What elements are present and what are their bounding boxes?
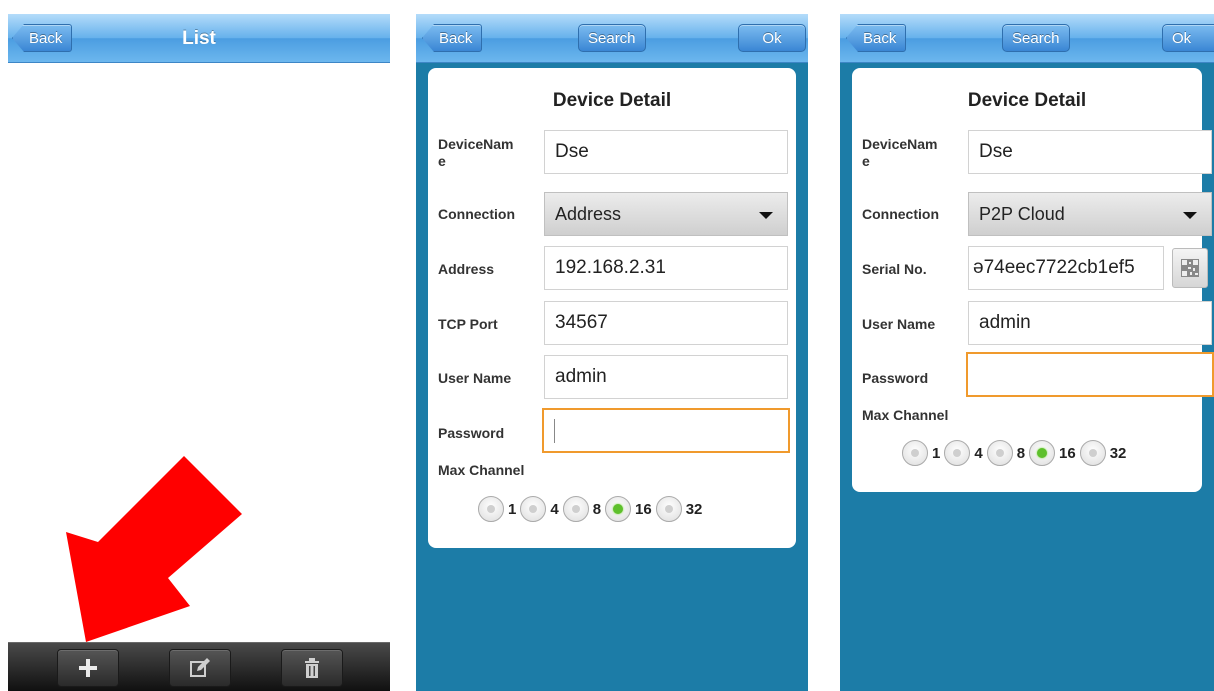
channel-option-16[interactable]: 16	[605, 496, 652, 522]
channel-option-4[interactable]: 4	[944, 440, 983, 466]
page-title: List	[182, 28, 216, 49]
device-detail-card: Device Detail DeviceNam e Dse Connection…	[852, 68, 1214, 492]
delete-button[interactable]	[281, 649, 343, 687]
search-button[interactable]: Search	[1002, 24, 1070, 52]
channel-option-16[interactable]: 16	[1029, 440, 1076, 466]
connection-label: Connection	[862, 206, 939, 222]
trash-icon	[305, 658, 319, 678]
channel-option-1[interactable]: 1	[902, 440, 940, 466]
text-cursor	[554, 419, 555, 443]
card-title: Device Detail	[967, 90, 1087, 111]
channel-option-1[interactable]: 1	[478, 496, 516, 522]
channel-option-8[interactable]: 8	[986, 440, 1026, 466]
channel-label: 16	[635, 500, 652, 518]
password-label: Password	[862, 370, 929, 386]
channel-label: 1	[932, 444, 941, 462]
user-name-field[interactable]: admin	[968, 301, 1212, 345]
connection-select[interactable]: P2P Cloud	[968, 192, 1212, 236]
red-arrow-annotation	[66, 456, 242, 642]
search-button[interactable]: Search	[578, 24, 646, 52]
radio-button[interactable]	[902, 440, 928, 466]
address-field[interactable]: 192.168.2.31	[544, 246, 788, 290]
channel-option-32[interactable]: 32	[655, 496, 703, 522]
serial-field[interactable]: ə74eec7722cb1ef5	[968, 246, 1164, 290]
list-screen: Back List	[8, 14, 390, 691]
radio-button[interactable]	[944, 440, 971, 466]
bottom-toolbar	[8, 642, 390, 691]
device-name-label: DeviceNam e	[862, 136, 938, 169]
radio-button[interactable]	[520, 496, 547, 522]
device-name-field[interactable]: Dse	[544, 130, 788, 174]
top-bar: Back Search Ok	[416, 14, 808, 63]
device-detail-card: Device Detail DeviceNam e Dse Connection…	[428, 68, 796, 548]
back-button[interactable]: Back	[422, 24, 483, 52]
radio-button[interactable]	[986, 440, 1013, 466]
device-name-field[interactable]: Dse	[968, 130, 1212, 174]
connection-select[interactable]: Address	[544, 192, 788, 236]
password-field[interactable]	[542, 408, 790, 453]
device-name-label: DeviceNam e	[438, 136, 514, 169]
channel-label: 4	[550, 500, 559, 518]
radio-button[interactable]	[562, 496, 589, 522]
user-name-field[interactable]: admin	[544, 355, 788, 399]
connection-value: Address	[555, 204, 622, 224]
radio-button[interactable]	[478, 496, 504, 522]
password-field[interactable]	[966, 352, 1214, 397]
channel-label: 4	[974, 444, 983, 462]
ok-button[interactable]: Ok	[1162, 24, 1214, 52]
channel-label: 16	[1059, 444, 1076, 462]
chevron-down-icon	[1183, 212, 1197, 219]
channel-label: 8	[1016, 444, 1026, 462]
edit-icon	[190, 658, 210, 677]
top-bar: Back Search Ok	[840, 14, 1214, 63]
top-bar: Back List	[8, 14, 390, 63]
channel-label: 32	[1109, 444, 1127, 462]
card-title: Device Detail	[552, 90, 672, 111]
edit-button[interactable]	[169, 649, 231, 687]
channel-label: 8	[592, 500, 602, 518]
channel-label: 1	[508, 500, 517, 518]
device-detail-p2p-screen: Back Search Ok Device Detail DeviceNam e…	[840, 14, 1214, 691]
max-channel-label: Max Channel	[438, 462, 525, 478]
max-channel-label: Max Channel	[862, 407, 949, 423]
channel-option-8[interactable]: 8	[562, 496, 602, 522]
password-label: Password	[438, 425, 505, 441]
radio-button-selected[interactable]	[1029, 440, 1056, 466]
radio-button-selected[interactable]	[605, 496, 632, 522]
back-button[interactable]: Back	[846, 24, 907, 52]
qr-code-icon	[1181, 259, 1199, 277]
channel-option-32[interactable]: 32	[1079, 440, 1127, 466]
serial-label: Serial No.	[862, 261, 927, 277]
chevron-down-icon	[759, 212, 773, 219]
add-button[interactable]	[57, 649, 119, 687]
user-name-label: User Name	[438, 370, 512, 386]
connection-value: P2P Cloud	[979, 204, 1065, 224]
arrow-shape	[66, 456, 242, 642]
max-channel-radio-group: 1 4 8 16 32	[902, 440, 1130, 466]
channel-option-4[interactable]: 4	[520, 496, 559, 522]
radio-button[interactable]	[1079, 440, 1106, 466]
qr-scan-button[interactable]	[1172, 248, 1208, 288]
device-detail-address-screen: Back Search Ok Device Detail DeviceNam e…	[416, 14, 808, 691]
tcp-port-field[interactable]: 34567	[544, 301, 788, 345]
radio-button[interactable]	[655, 496, 682, 522]
ok-button[interactable]: Ok	[738, 24, 806, 52]
add-icon	[79, 659, 97, 677]
channel-label: 32	[685, 500, 703, 518]
address-label: Address	[438, 261, 495, 277]
tcp-port-label: TCP Port	[438, 316, 498, 332]
connection-label: Connection	[438, 206, 515, 222]
max-channel-radio-group: 1 4 8 16 32	[478, 496, 706, 522]
user-name-label: User Name	[862, 316, 936, 332]
